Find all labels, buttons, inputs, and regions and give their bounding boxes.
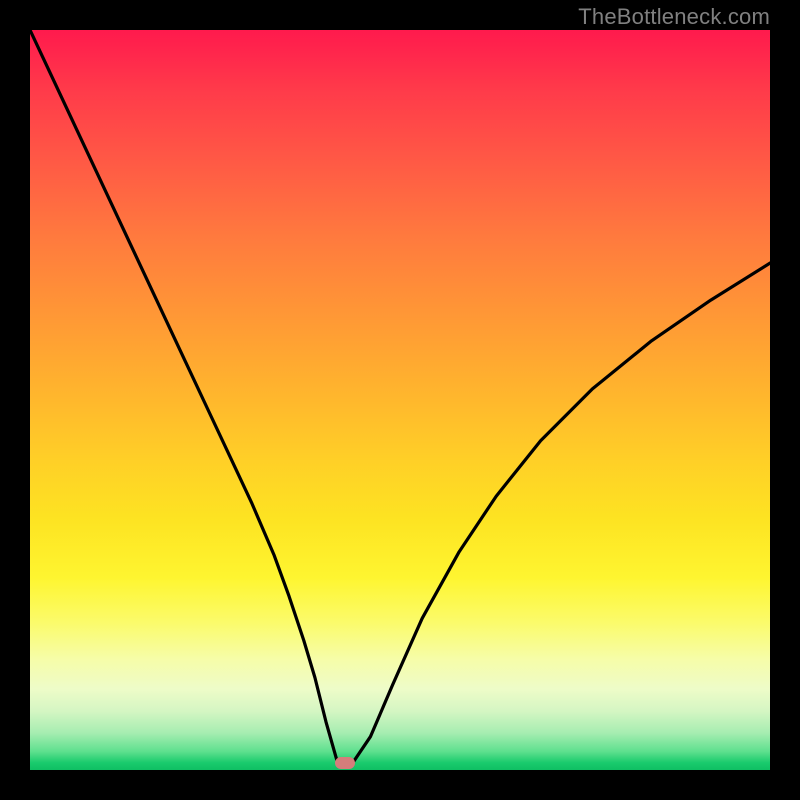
bottleneck-curve [30,30,770,770]
chart-frame: TheBottleneck.com [0,0,800,800]
curve-path [30,30,770,764]
min-marker-icon [335,757,355,769]
plot-area [30,30,770,770]
watermark-text: TheBottleneck.com [578,4,770,30]
